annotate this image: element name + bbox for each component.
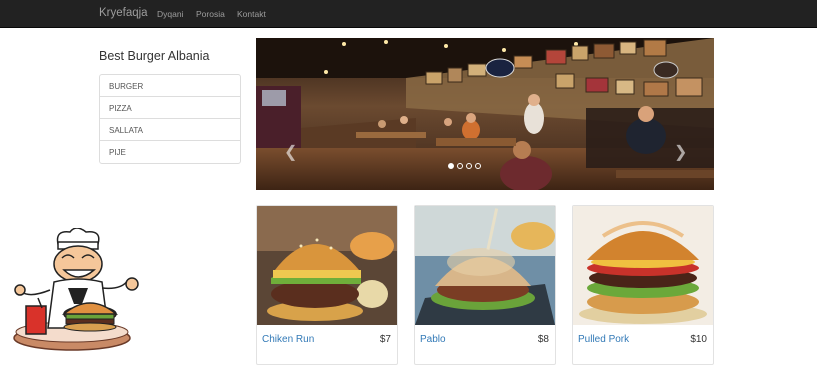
carousel-indicator[interactable]	[466, 163, 472, 169]
product-name[interactable]: Pablo	[420, 334, 446, 345]
product-card: Pablo $8	[414, 205, 556, 365]
product-price: $7	[379, 334, 391, 345]
nav-link-porosia[interactable]: Porosia	[196, 9, 225, 19]
carousel-prev-icon[interactable]: ❮	[284, 142, 297, 162]
product-name[interactable]: Chiken Run	[262, 334, 314, 345]
product-name[interactable]: Pulled Pork	[578, 334, 629, 345]
hero-carousel[interactable]: ❮ ❯	[256, 38, 714, 190]
product-image[interactable]	[415, 206, 555, 325]
carousel-indicator[interactable]	[457, 163, 463, 169]
nav-link-dyqani[interactable]: Dyqani	[157, 9, 183, 19]
carousel-indicator[interactable]	[475, 163, 481, 169]
product-image[interactable]	[573, 206, 713, 325]
restaurant-interior-photo	[256, 38, 714, 190]
top-navbar: Kryefaqja Dyqani Porosia Kontakt	[0, 0, 817, 28]
carousel-indicator[interactable]	[448, 163, 454, 169]
chef-mascot-icon	[13, 228, 139, 351]
carousel-next-icon[interactable]: ❯	[674, 142, 687, 162]
category-list: BURGER PIZZA SALLATA PIJE	[99, 74, 241, 164]
product-card: Pulled Pork $10	[572, 205, 714, 365]
category-item-pije[interactable]: PIJE	[100, 141, 240, 163]
product-card: Chiken Run $7	[256, 205, 398, 365]
product-price: $10	[690, 334, 707, 345]
category-item-burger[interactable]: BURGER	[100, 75, 240, 97]
product-image[interactable]	[257, 206, 397, 325]
product-price: $8	[537, 334, 549, 345]
brand-link[interactable]: Kryefaqja	[99, 7, 148, 19]
category-item-sallata[interactable]: SALLATA	[100, 119, 240, 141]
sidebar-title: Best Burger Albania	[99, 49, 210, 63]
category-item-pizza[interactable]: PIZZA	[100, 97, 240, 119]
nav-link-kontakt[interactable]: Kontakt	[237, 9, 266, 19]
